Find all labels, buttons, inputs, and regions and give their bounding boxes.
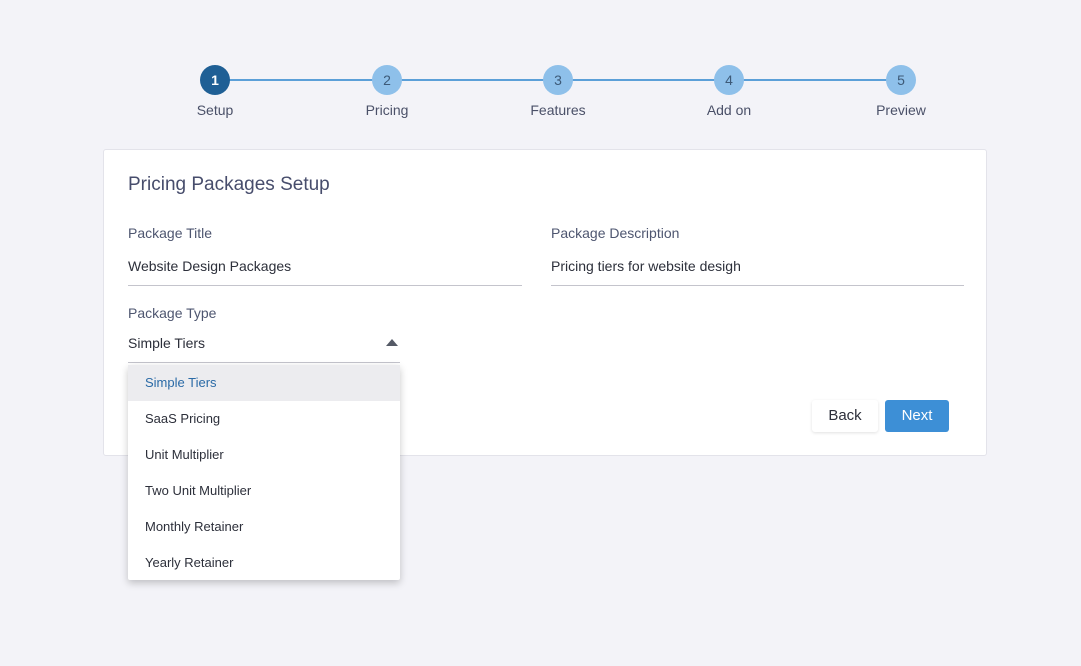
dropdown-option-two-unit-multiplier[interactable]: Two Unit Multiplier <box>128 473 400 509</box>
step-number-badge: 4 <box>714 65 744 95</box>
package-title-input[interactable]: Website Design Packages <box>128 249 522 286</box>
package-description-input[interactable]: Pricing tiers for website desigh <box>551 249 964 286</box>
step-pricing[interactable]: 2 Pricing <box>327 65 447 118</box>
step-label: Pricing <box>365 102 409 118</box>
package-title-label: Package Title <box>128 225 213 241</box>
package-description-label: Package Description <box>551 225 680 241</box>
page: 1 Setup 2 Pricing 3 Features 4 Add on 5 … <box>0 0 1081 666</box>
package-type-label: Package Type <box>128 305 217 321</box>
next-button[interactable]: Next <box>885 400 949 432</box>
progress-stepper: 1 Setup 2 Pricing 3 Features 4 Add on 5 … <box>0 0 1081 130</box>
caret-up-icon <box>386 339 398 346</box>
step-number-badge: 2 <box>372 65 402 95</box>
step-number-badge: 5 <box>886 65 916 95</box>
dropdown-option-saas-pricing[interactable]: SaaS Pricing <box>128 401 400 437</box>
package-type-select[interactable]: Simple Tiers <box>128 326 400 363</box>
step-number-badge: 3 <box>543 65 573 95</box>
dropdown-option-yearly-retainer[interactable]: Yearly Retainer <box>128 545 400 581</box>
page-title: Pricing Packages Setup <box>128 174 330 195</box>
step-features[interactable]: 3 Features <box>498 65 618 118</box>
step-preview[interactable]: 5 Preview <box>841 65 961 118</box>
step-label: Add on <box>706 102 752 118</box>
step-label: Features <box>530 102 586 118</box>
step-setup[interactable]: 1 Setup <box>155 65 275 118</box>
dropdown-option-monthly-retainer[interactable]: Monthly Retainer <box>128 509 400 545</box>
package-description-value: Pricing tiers for website desigh <box>551 258 741 274</box>
back-button[interactable]: Back <box>812 400 878 432</box>
dropdown-option-simple-tiers[interactable]: Simple Tiers <box>128 365 400 401</box>
package-type-dropdown-menu: Simple Tiers SaaS Pricing Unit Multiplie… <box>128 365 400 580</box>
step-label: Preview <box>876 102 926 118</box>
step-label: Setup <box>196 102 234 118</box>
step-add-on[interactable]: 4 Add on <box>669 65 789 118</box>
step-number-badge: 1 <box>200 65 230 95</box>
package-type-value: Simple Tiers <box>128 335 206 351</box>
dropdown-option-unit-multiplier[interactable]: Unit Multiplier <box>128 437 400 473</box>
package-title-value: Website Design Packages <box>128 258 292 274</box>
